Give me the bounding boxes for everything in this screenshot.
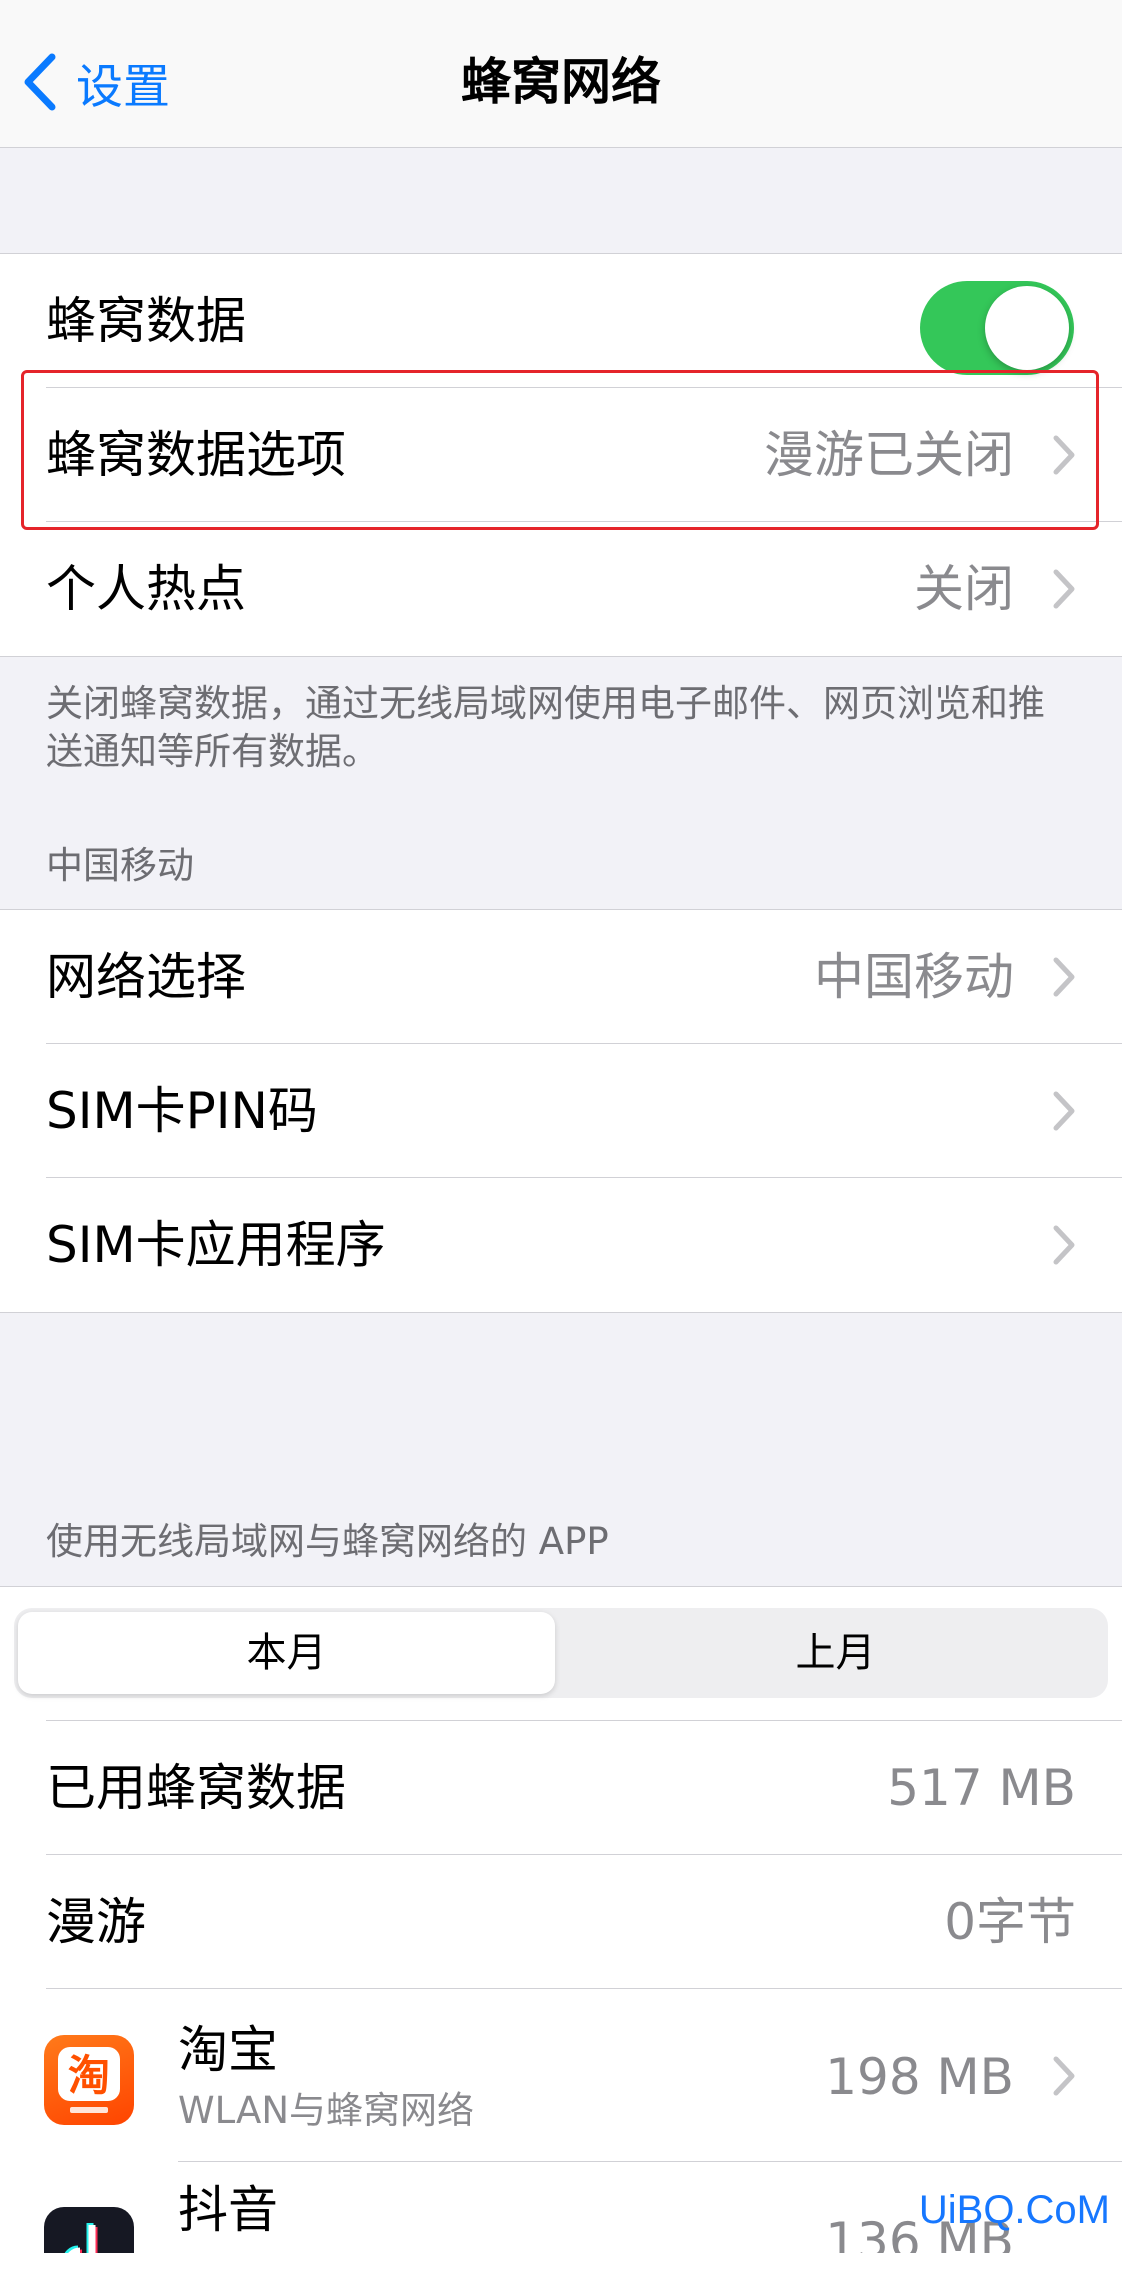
personal-hotspot-value: 关闭 <box>914 560 1014 618</box>
segment-this-month[interactable]: 本月 <box>18 1612 555 1694</box>
usage-summary: 已用蜂窝数据 517 MB 漫游 0字节 <box>0 1721 1122 1989</box>
douyin-icon <box>44 2207 134 2253</box>
carrier-header: 中国移动 <box>46 844 194 887</box>
app-network-type: WLAN与蜂窝网络 <box>178 2089 475 2132</box>
chevron-right-icon <box>1053 2056 1075 2096</box>
cellular-data-label: 蜂窝数据 <box>46 292 246 350</box>
network-selection-value: 中国移动 <box>814 948 1014 1006</box>
page-title: 蜂窝网络 <box>461 53 661 111</box>
chevron-right-icon <box>1053 1225 1075 1265</box>
roaming-label: 漫游 <box>46 1893 146 1951</box>
chevron-right-icon <box>1053 957 1075 997</box>
taobao-icon: 淘 <box>44 2035 134 2125</box>
app-data-size: 198 MB <box>825 2048 1014 2106</box>
used-cellular-data-label: 已用蜂窝数据 <box>46 1759 346 1817</box>
navigation-bar: 设置 蜂窝网络 <box>0 0 1122 148</box>
chevron-right-icon <box>1053 569 1075 609</box>
taobao-logo: 淘 <box>58 2047 120 2113</box>
cellular-data-row: 蜂窝数据 <box>0 254 1122 388</box>
toggle-knob <box>985 286 1069 370</box>
app-name: 淘宝 <box>178 2021 278 2079</box>
sim-pin-row[interactable]: SIM卡PIN码 <box>0 1044 1122 1178</box>
watermark-text: UiBQ.CoM <box>918 2188 1110 2232</box>
douyin-logo <box>64 2223 98 2253</box>
chevron-right-icon <box>1053 1091 1075 1131</box>
app-row-taobao[interactable]: 淘 淘宝 WLAN与蜂窝网络 198 MB <box>0 1990 1122 2162</box>
roaming-value: 0字节 <box>944 1893 1076 1951</box>
app-name: 抖音 <box>178 2181 278 2239</box>
sim-pin-label: SIM卡PIN码 <box>46 1082 318 1140</box>
highlight-box <box>21 370 1099 530</box>
apps-header: 使用无线局域网与蜂窝网络的 APP <box>46 1520 609 1563</box>
personal-hotspot-label: 个人热点 <box>46 560 246 618</box>
personal-hotspot-row[interactable]: 个人热点 关闭 <box>0 522 1122 656</box>
sim-apps-row[interactable]: SIM卡应用程序 <box>0 1178 1122 1312</box>
used-cellular-data-value: 517 MB <box>887 1759 1076 1817</box>
sim-apps-label: SIM卡应用程序 <box>46 1216 386 1274</box>
network-selection-label: 网络选择 <box>46 948 246 1006</box>
cellular-footnote: 关闭蜂窝数据，通过无线局域网使用电子邮件、网页浏览和推送通知等所有数据。 <box>46 682 1045 773</box>
used-cellular-data-row: 已用蜂窝数据 517 MB <box>0 1721 1122 1855</box>
carrier-settings-group: 网络选择 中国移动 SIM卡PIN码 SIM卡应用程序 <box>0 909 1122 1313</box>
network-selection-row[interactable]: 网络选择 中国移动 <box>0 910 1122 1044</box>
segment-last-month[interactable]: 上月 <box>567 1612 1104 1694</box>
period-segmented-control: 本月 上月 <box>14 1608 1108 1698</box>
taobao-glyph: 淘 <box>68 2051 110 2100</box>
cellular-data-toggle[interactable] <box>920 281 1074 375</box>
roaming-row: 漫游 0字节 <box>0 1855 1122 1989</box>
